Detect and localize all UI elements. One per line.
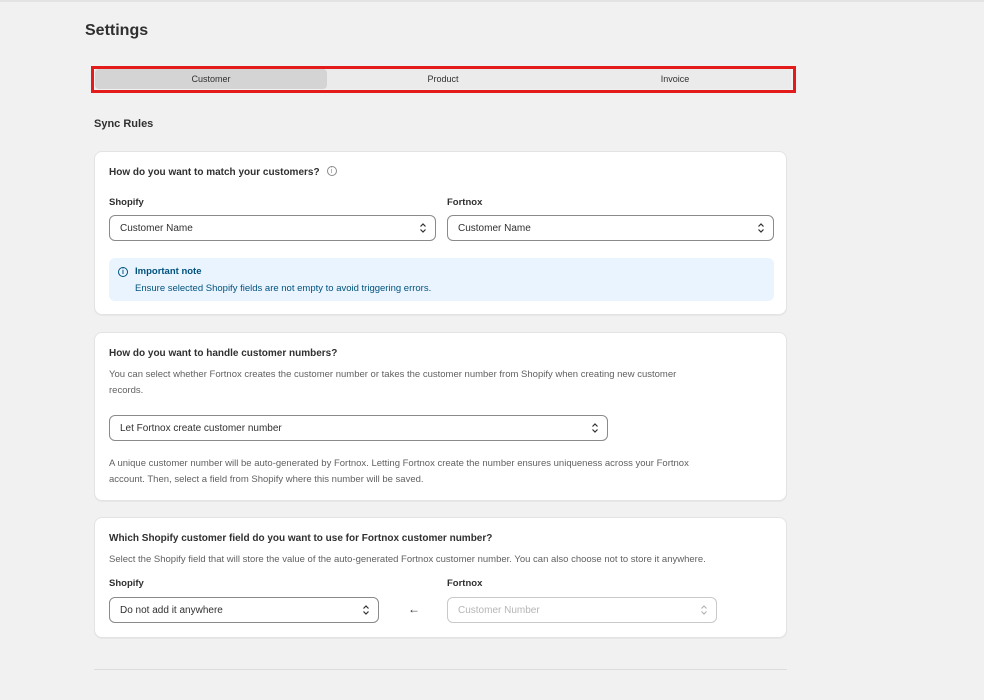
customer-number-value: Let Fortnox create customer number [120, 422, 282, 434]
tab-customer[interactable]: Customer [95, 69, 327, 89]
note-title: Important note [135, 266, 202, 277]
shopify-match-value: Customer Name [120, 222, 193, 234]
shopify-match-select[interactable]: Customer Name [109, 215, 436, 241]
fortnox-field-select[interactable]: Customer Number [447, 597, 717, 623]
numbers-help-line2: account. Then, select a field from Shopi… [109, 474, 424, 485]
tab-bar: Customer Product Invoice [95, 69, 791, 89]
match-question: How do you want to match your customers?… [109, 166, 337, 178]
numbers-help-text: A unique customer number will be auto-ge… [109, 456, 689, 488]
field-question-suffix: customer number? [399, 533, 493, 544]
shopify-field-value: Do not add it anywhere [120, 604, 223, 616]
top-divider [0, 0, 984, 2]
field-question: Which Shopify customer field do you want… [109, 533, 492, 544]
chevron-up-down-icon [758, 223, 764, 233]
chevron-up-down-icon [363, 605, 369, 615]
tab-invoice[interactable]: Invoice [559, 69, 791, 89]
fortnox-field-placeholder: Customer Number [458, 604, 540, 616]
shopify-label: Shopify [109, 197, 144, 208]
numbers-description-line2: records. [109, 385, 144, 396]
bottom-divider [94, 669, 787, 670]
chevron-up-down-icon [420, 223, 426, 233]
fortnox-field-label: Fortnox [447, 578, 483, 589]
customer-numbers-card: How do you want to handle customer numbe… [94, 332, 787, 501]
match-customers-card: How do you want to match your customers?… [94, 151, 787, 315]
fortnox-label: Fortnox [447, 197, 483, 208]
fortnox-match-value: Customer Name [458, 222, 531, 234]
customer-field-card: Which Shopify customer field do you want… [94, 517, 787, 638]
chevron-up-down-icon [592, 423, 598, 433]
match-question-text: How do you want to match your customers? [109, 167, 320, 178]
info-icon[interactable]: i [326, 166, 337, 177]
numbers-description-line1: You can select whether Fortnox creates t… [109, 369, 677, 380]
field-question-emphasis: Fortnox [361, 533, 400, 544]
note-text: Ensure selected Shopify fields are not e… [135, 283, 432, 294]
tab-product[interactable]: Product [327, 69, 559, 89]
shopify-field-label: Shopify [109, 578, 144, 589]
info-circle-icon: i [118, 267, 128, 277]
section-heading: Sync Rules [94, 118, 154, 130]
arrow-left-icon: ← [408, 602, 420, 616]
numbers-description: You can select whether Fortnox creates t… [109, 367, 676, 399]
customer-number-select[interactable]: Let Fortnox create customer number [109, 415, 608, 441]
field-description: Select the Shopify field that will store… [109, 554, 706, 565]
chevron-up-down-icon [701, 605, 707, 615]
numbers-help-line1: A unique customer number will be auto-ge… [109, 458, 689, 469]
shopify-field-select[interactable]: Do not add it anywhere [109, 597, 379, 623]
important-note-banner: i Important note Ensure selected Shopify… [109, 258, 774, 301]
fortnox-match-select[interactable]: Customer Name [447, 215, 774, 241]
numbers-question: How do you want to handle customer numbe… [109, 348, 338, 359]
page-title: Settings [85, 22, 149, 39]
field-question-prefix: Which Shopify customer field do you want… [109, 533, 362, 544]
